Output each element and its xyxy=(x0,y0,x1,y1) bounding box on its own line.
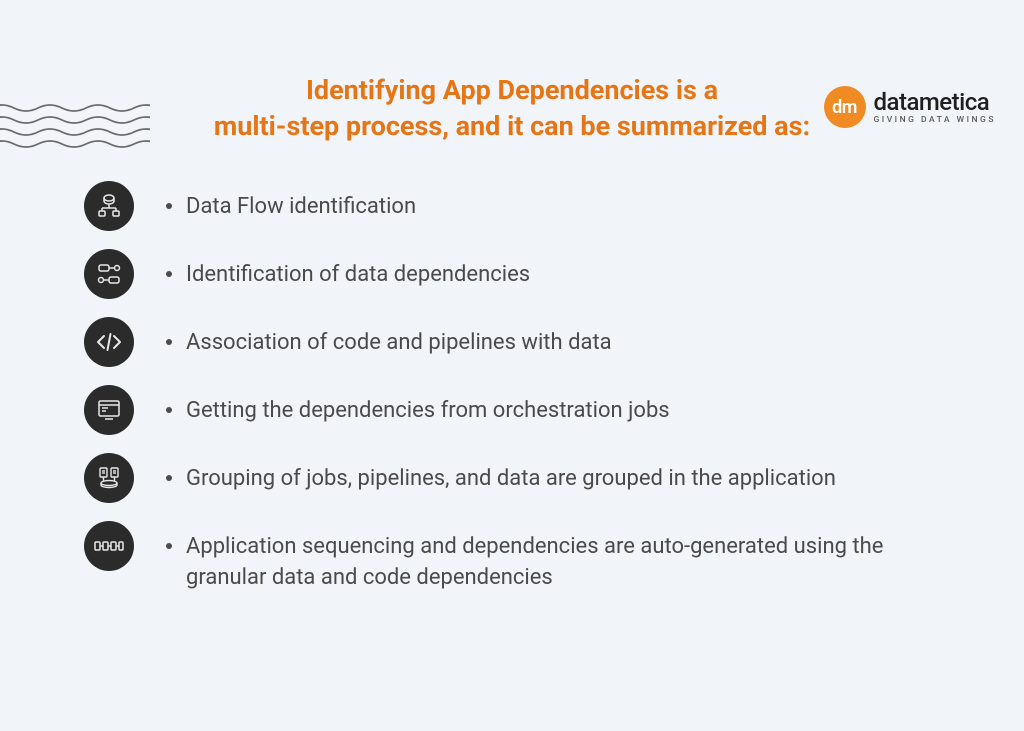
list-item: Data Flow identification xyxy=(84,181,964,231)
list-item: Grouping of jobs, pipelines, and data ar… xyxy=(84,453,964,503)
bullet-icon xyxy=(166,271,172,277)
bullet-icon xyxy=(166,203,172,209)
brand-mark: dm xyxy=(824,86,866,128)
step-text: Grouping of jobs, pipelines, and data ar… xyxy=(186,464,836,495)
group-icon xyxy=(84,453,134,503)
step-text: Data Flow identification xyxy=(186,192,416,223)
wavy-decoration xyxy=(0,100,150,160)
bullet-icon xyxy=(166,543,172,549)
brand-name: datametica xyxy=(874,90,997,114)
list-item: Association of code and pipelines with d… xyxy=(84,317,964,367)
steps-list: Data Flow identification Identification … xyxy=(0,181,1024,594)
bullet-icon xyxy=(166,407,172,413)
list-item: Application sequencing and dependencies … xyxy=(84,521,964,594)
terminal-icon xyxy=(84,385,134,435)
heading-line-1: Identifying App Dependencies is a xyxy=(306,74,718,106)
step-text: Application sequencing and dependencies … xyxy=(186,532,964,594)
sequence-icon xyxy=(84,521,134,571)
brand-tagline: GIVING DATA WINGS xyxy=(874,116,997,125)
bullet-icon xyxy=(166,339,172,345)
brand-logo: dm datametica GIVING DATA WINGS xyxy=(824,86,997,128)
code-icon xyxy=(84,317,134,367)
step-text: Getting the dependencies from orchestrat… xyxy=(186,396,670,427)
bullet-icon xyxy=(166,475,172,481)
dependency-icon xyxy=(84,249,134,299)
step-text: Association of code and pipelines with d… xyxy=(186,328,612,359)
list-item: Identification of data dependencies xyxy=(84,249,964,299)
heading-line-2: multi-step process, and it can be summar… xyxy=(214,110,810,142)
list-item: Getting the dependencies from orchestrat… xyxy=(84,385,964,435)
flow-icon xyxy=(84,181,134,231)
step-text: Identification of data dependencies xyxy=(186,260,530,291)
